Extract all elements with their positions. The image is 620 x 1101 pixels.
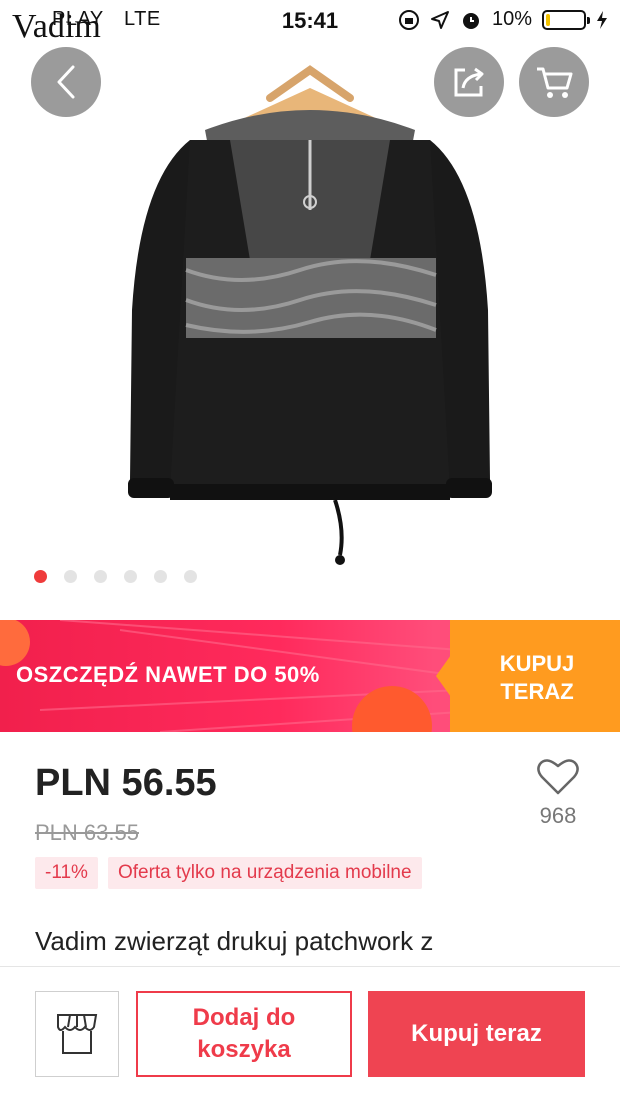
wishlist-count: 968 (539, 803, 577, 828)
cart-icon (537, 67, 573, 98)
battery-percent: 10% (491, 8, 532, 30)
pagination-dot[interactable] (154, 570, 167, 583)
cart-button[interactable] (519, 47, 589, 117)
pagination-dot[interactable] (184, 570, 197, 583)
status-bar: Vadim PLAY LTE 15:41 10% (0, 0, 620, 45)
buy-now-button[interactable]: Kupuj teraz (368, 991, 585, 1077)
pagination-dot[interactable] (124, 570, 137, 583)
promo-banner[interactable]: OSZCZĘDŹ NAWET DO 50% KUPUJ TERAZ (0, 620, 620, 732)
charging-icon (597, 10, 607, 29)
share-icon (454, 67, 484, 97)
alarm-icon (462, 12, 479, 29)
product-image[interactable] (120, 60, 500, 570)
add-to-cart-button[interactable]: Dodaj do koszyka (136, 991, 352, 1077)
promo-cta-line1: KUPUJ (499, 651, 575, 676)
battery-icon (542, 9, 590, 30)
product-title[interactable]: Vadim zwierząt drukuj patchwork z (35, 924, 595, 966)
price-badges: -11% Oferta tylko na urządzenia mobilne (35, 857, 422, 889)
back-button[interactable] (31, 47, 101, 117)
share-button[interactable] (434, 47, 504, 117)
heart-icon (537, 759, 579, 795)
wishlist-button[interactable] (532, 756, 584, 801)
product-price: PLN 56.55 (35, 762, 217, 804)
pagination-dot[interactable] (94, 570, 107, 583)
mobile-offer-badge: Oferta tylko na urządzenia mobilne (107, 857, 422, 889)
store-button[interactable] (35, 991, 119, 1077)
product-gallery[interactable] (0, 0, 620, 620)
discount-badge: -11% (35, 857, 98, 889)
gallery-pagination (34, 570, 197, 583)
pagination-dot[interactable] (64, 570, 77, 583)
promo-text: OSZCZĘDŹ NAWET DO 50% (16, 662, 320, 687)
orientation-lock-icon (398, 9, 419, 30)
location-icon (430, 10, 449, 29)
promo-cta[interactable]: KUPUJ TERAZ (450, 620, 620, 732)
add-to-cart-line1: Dodaj do (192, 1004, 296, 1031)
original-price: PLN 63.55 (35, 820, 139, 845)
promo-cta-line2: TERAZ (500, 679, 574, 704)
store-icon (57, 1014, 98, 1054)
add-to-cart-line2: koszyka (197, 1036, 291, 1063)
back-icon (57, 65, 75, 99)
bottom-action-bar: Dodaj do koszyka Kupuj teraz (0, 966, 620, 1101)
pagination-dot[interactable] (34, 570, 47, 583)
